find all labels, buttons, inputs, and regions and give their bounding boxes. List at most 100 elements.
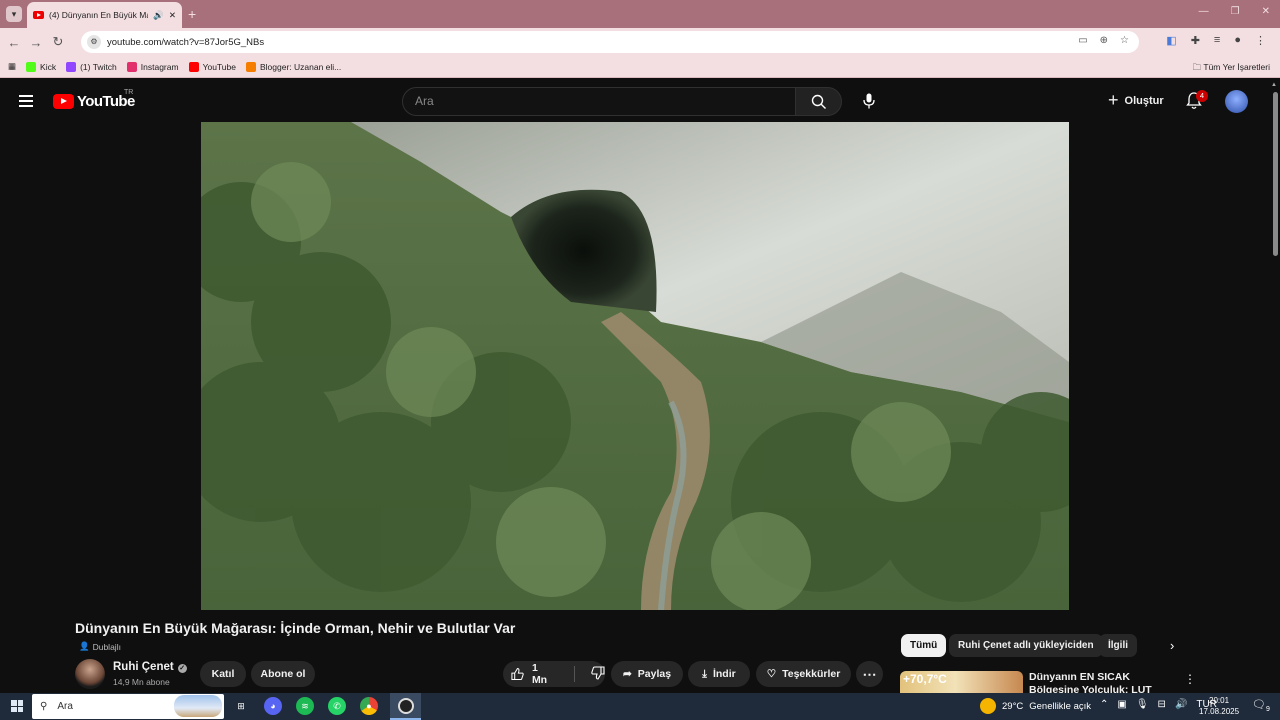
reload-icon[interactable]: ↻ <box>47 34 69 50</box>
download-button[interactable]: ⤓ İndir <box>688 661 750 687</box>
thanks-button[interactable]: ♡ Teşekkürler <box>756 661 851 687</box>
recommendation-menu-icon[interactable]: ⋮ <box>1184 672 1196 686</box>
reading-list-icon[interactable]: ≡ <box>1214 34 1220 47</box>
download-label: İndir <box>712 668 736 680</box>
zoom-icon[interactable]: ⊕ <box>1100 35 1108 46</box>
bookmark-twitch[interactable]: (1) Twitch <box>66 61 117 72</box>
recommendation-thumbnail[interactable]: +70,7°C <box>900 671 1023 693</box>
dislike-button[interactable] <box>591 665 605 683</box>
super-thanks-icon: ♡ <box>766 668 777 680</box>
scroll-up-icon[interactable]: ▲ <box>1271 82 1277 88</box>
monitor-icon[interactable]: ▣ <box>1117 699 1126 710</box>
minimize-icon[interactable]: — <box>1199 6 1209 17</box>
tab-search-button[interactable]: ▾ <box>6 6 22 22</box>
windows-start-icon[interactable] <box>11 700 23 712</box>
microphone-tray-icon[interactable]: 🎙 <box>1136 699 1149 710</box>
active-app-obs-icon[interactable] <box>390 693 421 720</box>
whatsapp-icon[interactable]: ✆ <box>328 697 346 715</box>
back-icon[interactable]: ← <box>3 35 25 50</box>
forward-icon[interactable]: → <box>25 35 47 50</box>
scrollbar-thumb[interactable] <box>1273 92 1278 256</box>
dubbing-icon: 👤 <box>79 641 90 651</box>
chip-related[interactable]: İlgili <box>1099 634 1137 657</box>
instagram-icon <box>126 61 137 72</box>
bookmark-label: Instagram <box>140 61 179 72</box>
channel-name-text: Ruhi Çenet <box>113 661 174 673</box>
bookmark-label: (1) Twitch <box>80 61 117 72</box>
share-label: Paylaş <box>637 668 672 680</box>
search-highlight-image <box>174 695 222 717</box>
discord-icon[interactable]: ◕ <box>264 697 282 715</box>
extensions-icon[interactable]: ✚ <box>1191 34 1200 47</box>
verified-icon: ✓ <box>177 664 187 673</box>
taskbar-search-box[interactable]: ⚲ Ara <box>32 694 224 719</box>
new-tab-button[interactable]: + <box>188 6 196 22</box>
video-player[interactable] <box>201 122 1069 610</box>
recommendation-title[interactable]: Dünyanın EN SICAK Bölgesine Yolculuk: LU… <box>1029 671 1174 693</box>
share-icon: ➦ <box>622 668 632 680</box>
clock-date: 17.08.2025 <box>1199 707 1240 716</box>
search-button[interactable] <box>795 87 842 116</box>
like-button[interactable]: 1 Mn <box>511 662 554 686</box>
twitch-icon <box>66 61 77 72</box>
restore-icon[interactable]: ❐ <box>1231 6 1240 17</box>
more-actions-icon[interactable]: ⋯ <box>856 661 883 687</box>
extensions-area: ◧ ✚ ≡ ● ⋮ <box>1166 34 1266 47</box>
site-info-icon[interactable]: ⚙ <box>87 35 101 49</box>
chips-next-chevron-icon[interactable]: › <box>1170 638 1174 653</box>
share-button[interactable]: ➦ Paylaş <box>611 661 683 687</box>
channel-name[interactable]: Ruhi Çenet ✓ <box>113 661 187 673</box>
apps-grid-icon[interactable]: ▦ <box>8 61 16 72</box>
notification-center-icon[interactable]: 🗨9 <box>1252 698 1270 713</box>
all-bookmarks-label: Tüm Yer İşaretleri <box>1203 62 1270 72</box>
search-input[interactable]: Ara <box>402 87 796 116</box>
clock[interactable]: 20:01 17.08.2025 <box>1199 695 1239 717</box>
create-label: Oluştur <box>1124 94 1164 107</box>
close-window-icon[interactable]: ✕ <box>1262 6 1270 17</box>
profile-icon[interactable]: ● <box>1234 34 1241 47</box>
dubbed-indicator: 👤 Dublajlı <box>79 641 121 652</box>
task-view-icon[interactable]: ⊞ <box>232 697 250 715</box>
channel-avatar[interactable] <box>75 659 105 689</box>
bookmark-star-icon[interactable]: ☆ <box>1120 35 1129 46</box>
network-icon[interactable]: ⊟ <box>1158 699 1166 710</box>
chip-all[interactable]: Tümü <box>901 634 947 657</box>
like-dislike-group: 1 Mn <box>503 661 605 687</box>
subscribe-button[interactable]: Abone ol <box>251 661 315 687</box>
thumbs-up-icon <box>511 667 524 681</box>
bookmark-blogger[interactable]: Blogger: Uzanan eli... <box>245 61 341 72</box>
microphone-icon <box>863 93 875 109</box>
tab-close-icon[interactable]: ✕ <box>169 10 176 21</box>
volume-icon[interactable]: 🔊 <box>1175 699 1187 710</box>
browser-menu-icon[interactable]: ⋮ <box>1255 34 1266 47</box>
all-bookmarks-button[interactable]: 🗀 Tüm Yer İşaretleri <box>1193 62 1270 76</box>
notification-badge: 4 <box>1196 90 1208 102</box>
notification-center-count: 9 <box>1265 706 1270 714</box>
tray-expand-icon[interactable]: ⌃ <box>1100 699 1108 710</box>
user-avatar[interactable] <box>1225 90 1248 113</box>
subscriber-count: 14,9 Mn abone <box>113 677 170 687</box>
youtube-logo[interactable]: YouTube <box>53 93 135 110</box>
create-button[interactable]: + Oluştur <box>1108 90 1164 111</box>
obs-icon <box>397 698 414 714</box>
join-button[interactable]: Katıl <box>200 661 246 687</box>
bookmark-youtube[interactable]: YouTube <box>188 61 236 72</box>
bookmark-instagram[interactable]: Instagram <box>126 61 179 72</box>
plus-icon: + <box>1108 90 1119 110</box>
cast-icon[interactable]: ▭ <box>1078 35 1087 46</box>
video-title: Dünyanın En Büyük Mağarası: İçinde Orman… <box>75 620 516 636</box>
translate-icon[interactable]: ◧ <box>1166 34 1176 47</box>
blogger-icon <box>245 61 256 72</box>
tab-title: (4) Dünyanın En Büyük Mağarası <box>49 10 148 20</box>
bookmark-kick[interactable]: Kick <box>26 61 56 72</box>
chip-from-uploader[interactable]: Ruhi Çenet adlı yükleyiciden <box>949 634 1103 657</box>
speaker-icon[interactable]: 🔊 <box>153 10 164 21</box>
address-bar[interactable]: ⚙ youtube.com/watch?v=87Jor5G_NBs ▭ ⊕ ☆ <box>81 31 1139 53</box>
spotify-icon[interactable]: ≋ <box>296 697 314 715</box>
weather-widget[interactable]: 29°C Genellikle açık <box>980 698 1091 714</box>
voice-search-button[interactable] <box>860 91 878 111</box>
browser-tab[interactable]: (4) Dünyanın En Büyük Mağarası 🔊 ✕ <box>27 2 182 28</box>
thanks-label: Teşekkürler <box>782 668 841 680</box>
hamburger-menu-icon[interactable] <box>19 95 33 111</box>
chrome-icon[interactable]: ● <box>360 697 378 715</box>
